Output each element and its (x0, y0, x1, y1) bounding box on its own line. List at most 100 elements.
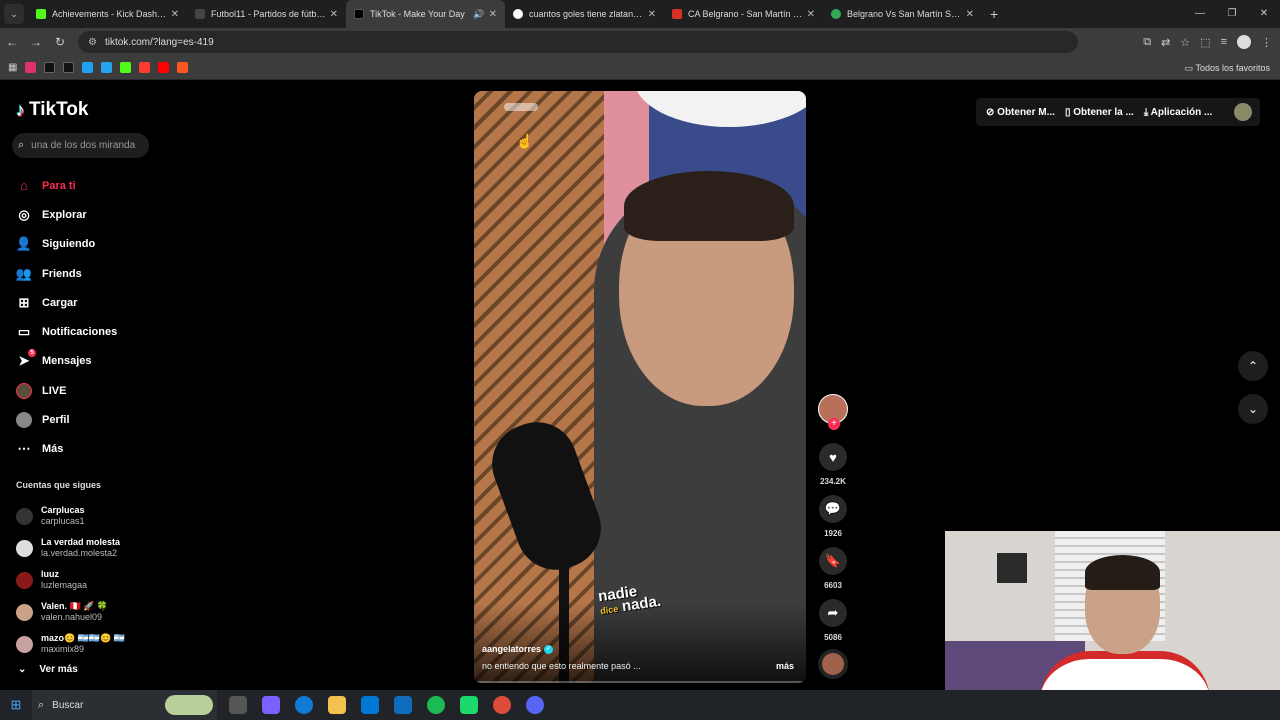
like-count: 234.2K (820, 477, 846, 486)
instagram-bookmark-icon[interactable] (25, 62, 37, 73)
nav-item-explorar[interactable]: ◎ Explorar (16, 200, 117, 229)
tab-close-icon[interactable]: ✕ (966, 9, 974, 20)
video-options-icon[interactable]: ⋯ (784, 99, 794, 110)
search-input[interactable]: ⌕ una de los dos miranda (12, 133, 149, 158)
music-disc-icon[interactable] (818, 649, 848, 679)
verified-icon: ✓ (544, 644, 554, 654)
chevron-down-icon: ⌄ (18, 664, 27, 675)
share-icon[interactable]: ➦ (819, 599, 847, 627)
list-item[interactable]: Carplucas carplucas1 (16, 500, 125, 532)
video-player[interactable]: nadie dice nada. ⋯ aangelatorres ✓ no en… (474, 91, 806, 683)
comment-action[interactable]: 💬 1926 (816, 495, 850, 538)
list-item[interactable]: luuz luzlemagaa (16, 564, 125, 596)
get-coins-button[interactable]: ⊘ Obtener M... (986, 107, 1055, 118)
x-bookmark-icon[interactable] (63, 62, 75, 73)
tab-search-button[interactable]: ⌄ (4, 4, 24, 24)
tiktok-logo[interactable]: ♪ TikTok (16, 99, 88, 121)
menu-icon[interactable]: ⋮ (1261, 36, 1272, 49)
next-video-button[interactable]: ⌄ (1238, 394, 1268, 424)
file-explorer-icon[interactable] (328, 696, 346, 714)
tiktok-note-icon: ♪ (16, 99, 25, 120)
creator-avatar[interactable]: + (818, 394, 848, 430)
video-author[interactable]: aangelatorres ✓ (482, 644, 554, 654)
apps-grid-icon[interactable]: ▦ (8, 62, 17, 73)
bookmark-icon[interactable] (139, 62, 151, 73)
nav-item-siguiendo[interactable]: 👤 Siguiendo (16, 230, 117, 259)
app-icon[interactable] (460, 696, 478, 714)
volume-slider[interactable] (504, 103, 538, 111)
kick-bookmark-icon[interactable] (120, 62, 132, 73)
new-tab-button[interactable]: + (990, 6, 998, 22)
video-progress-bar[interactable] (474, 681, 806, 683)
nav-item-live[interactable]: LIVE (16, 376, 117, 405)
url-field[interactable]: ⚙ tiktok.com/?lang=es-419 (78, 31, 1078, 53)
nav-item-perfil[interactable]: Perfil (16, 405, 117, 434)
browser-tab-active[interactable]: TikTok - Make Your Day 🔊 ✕ (346, 0, 505, 28)
previous-video-button[interactable]: ⌃ (1238, 351, 1268, 381)
back-icon[interactable]: ← (0, 35, 24, 49)
tab-close-icon[interactable]: ✕ (648, 9, 656, 20)
nav-item-notificaciones[interactable]: ▭ Notificaciones (16, 317, 117, 346)
share-action[interactable]: ➦ 5086 (816, 599, 850, 642)
tab-title: Futbol11 - Partidos de fútbol de (211, 9, 326, 19)
list-item[interactable]: Valen. 🇵🇪 🚀 🍀 valen.nahuel09 (16, 596, 125, 628)
nav-item-mas[interactable]: ⋯ Más (16, 435, 117, 464)
outlook-icon[interactable] (394, 696, 412, 714)
browser-tab[interactable]: Futbol11 - Partidos de fútbol de ✕ (187, 0, 346, 28)
list-item[interactable]: mazo😊 🇦🇷🇦🇷😊 🇦🇷 maximix89 (16, 628, 125, 660)
browser-tab[interactable]: CA Belgrano - San Martín de Sa ✕ (664, 0, 823, 28)
browser-tab[interactable]: cuantos goles tiene zlatan en la ✕ (505, 0, 664, 28)
tab-close-icon[interactable]: ✕ (330, 9, 338, 20)
tab-close-icon[interactable]: ✕ (171, 9, 179, 20)
minimize-icon[interactable]: — (1184, 0, 1216, 28)
browser-tab[interactable]: Achievements - Kick Dashboard ✕ (28, 0, 187, 28)
forward-icon[interactable]: → (24, 35, 48, 49)
edge-icon[interactable] (295, 696, 313, 714)
reload-icon[interactable]: ↻ (48, 35, 72, 49)
windows-start-icon[interactable]: ⊞ (0, 697, 32, 713)
site-info-icon[interactable]: ⚙ (88, 37, 97, 48)
bookmark-icon[interactable] (82, 62, 94, 73)
description-more-button[interactable]: más (776, 661, 794, 671)
chrome-icon[interactable] (493, 696, 511, 714)
taskbar-search[interactable]: ⌕ Buscar (32, 690, 217, 720)
spotify-icon[interactable] (427, 696, 445, 714)
media-control-icon[interactable]: ≡ (1221, 36, 1227, 48)
bookmark-icon[interactable] (177, 62, 189, 73)
see-more-button[interactable]: ⌄ Ver más (18, 664, 78, 675)
youtube-bookmark-icon[interactable] (158, 62, 170, 73)
discord-icon[interactable] (526, 696, 544, 714)
comment-icon[interactable]: 💬 (819, 495, 847, 523)
save-action[interactable]: 🔖 6603 (816, 547, 850, 590)
nav-item-mensajes[interactable]: ➤ 5 Mensajes (16, 347, 117, 376)
nav-item-friends[interactable]: 👥 Friends (16, 259, 117, 288)
tiktok-bookmark-icon[interactable] (44, 62, 56, 73)
translate-icon[interactable]: ⇄ (1161, 36, 1170, 49)
tab-title: Belgrano Vs San Martín San Ju (847, 9, 962, 19)
copilot-icon[interactable] (262, 696, 280, 714)
close-window-icon[interactable]: ✕ (1248, 0, 1280, 28)
store-icon[interactable] (361, 696, 379, 714)
download-app-button[interactable]: ⤓ Aplicación ... (1144, 107, 1213, 118)
heart-icon[interactable]: ♥ (819, 443, 847, 471)
speaker-icon[interactable]: 🔊 (473, 9, 484, 20)
all-bookmarks-folder[interactable]: ▭ Todos los favoritos (1185, 56, 1270, 80)
tab-close-icon[interactable]: ✕ (489, 9, 497, 20)
nav-item-cargar[interactable]: ⊞ Cargar (16, 288, 117, 317)
follow-plus-icon[interactable]: + (828, 418, 840, 430)
browser-tab[interactable]: Belgrano Vs San Martín San Ju ✕ (823, 0, 982, 28)
like-action[interactable]: ♥ 234.2K (816, 443, 850, 486)
list-item[interactable]: La verdad molesta la.verdad.molesta2 (16, 532, 125, 564)
tab-close-icon[interactable]: ✕ (807, 9, 815, 20)
restore-icon[interactable]: ❐ (1216, 0, 1248, 28)
nav-item-para-ti[interactable]: ⌂ Para ti (16, 171, 117, 200)
extensions-icon[interactable]: ⬚ (1200, 36, 1210, 49)
user-avatar[interactable] (1234, 103, 1252, 121)
profile-avatar-icon[interactable] (1237, 35, 1251, 49)
bookmark-icon[interactable]: 🔖 (819, 547, 847, 575)
get-app-button[interactable]: ▯ Obtener la ... (1065, 107, 1134, 118)
install-app-icon[interactable]: ⧉ (1143, 36, 1151, 49)
bookmark-icon[interactable] (101, 62, 113, 73)
bookmark-star-icon[interactable]: ☆ (1180, 36, 1190, 49)
task-view-icon[interactable] (229, 696, 247, 714)
